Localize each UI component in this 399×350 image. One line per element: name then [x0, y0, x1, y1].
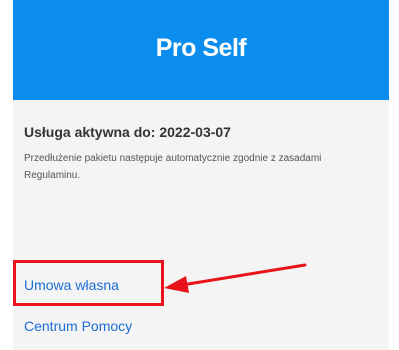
help-center-link[interactable]: Centrum Pomocy: [24, 318, 132, 334]
renewal-note: Przedłużenie pakietu następuje automatyc…: [24, 153, 322, 181]
annotation-highlight-box: [13, 260, 164, 306]
annotation-arrow-icon: [164, 263, 307, 293]
plan-title: Pro Self: [155, 33, 247, 62]
plan-header: Pro Self: [13, 0, 389, 100]
service-active-until: Usługa aktywna do: 2022-03-07: [24, 124, 231, 140]
